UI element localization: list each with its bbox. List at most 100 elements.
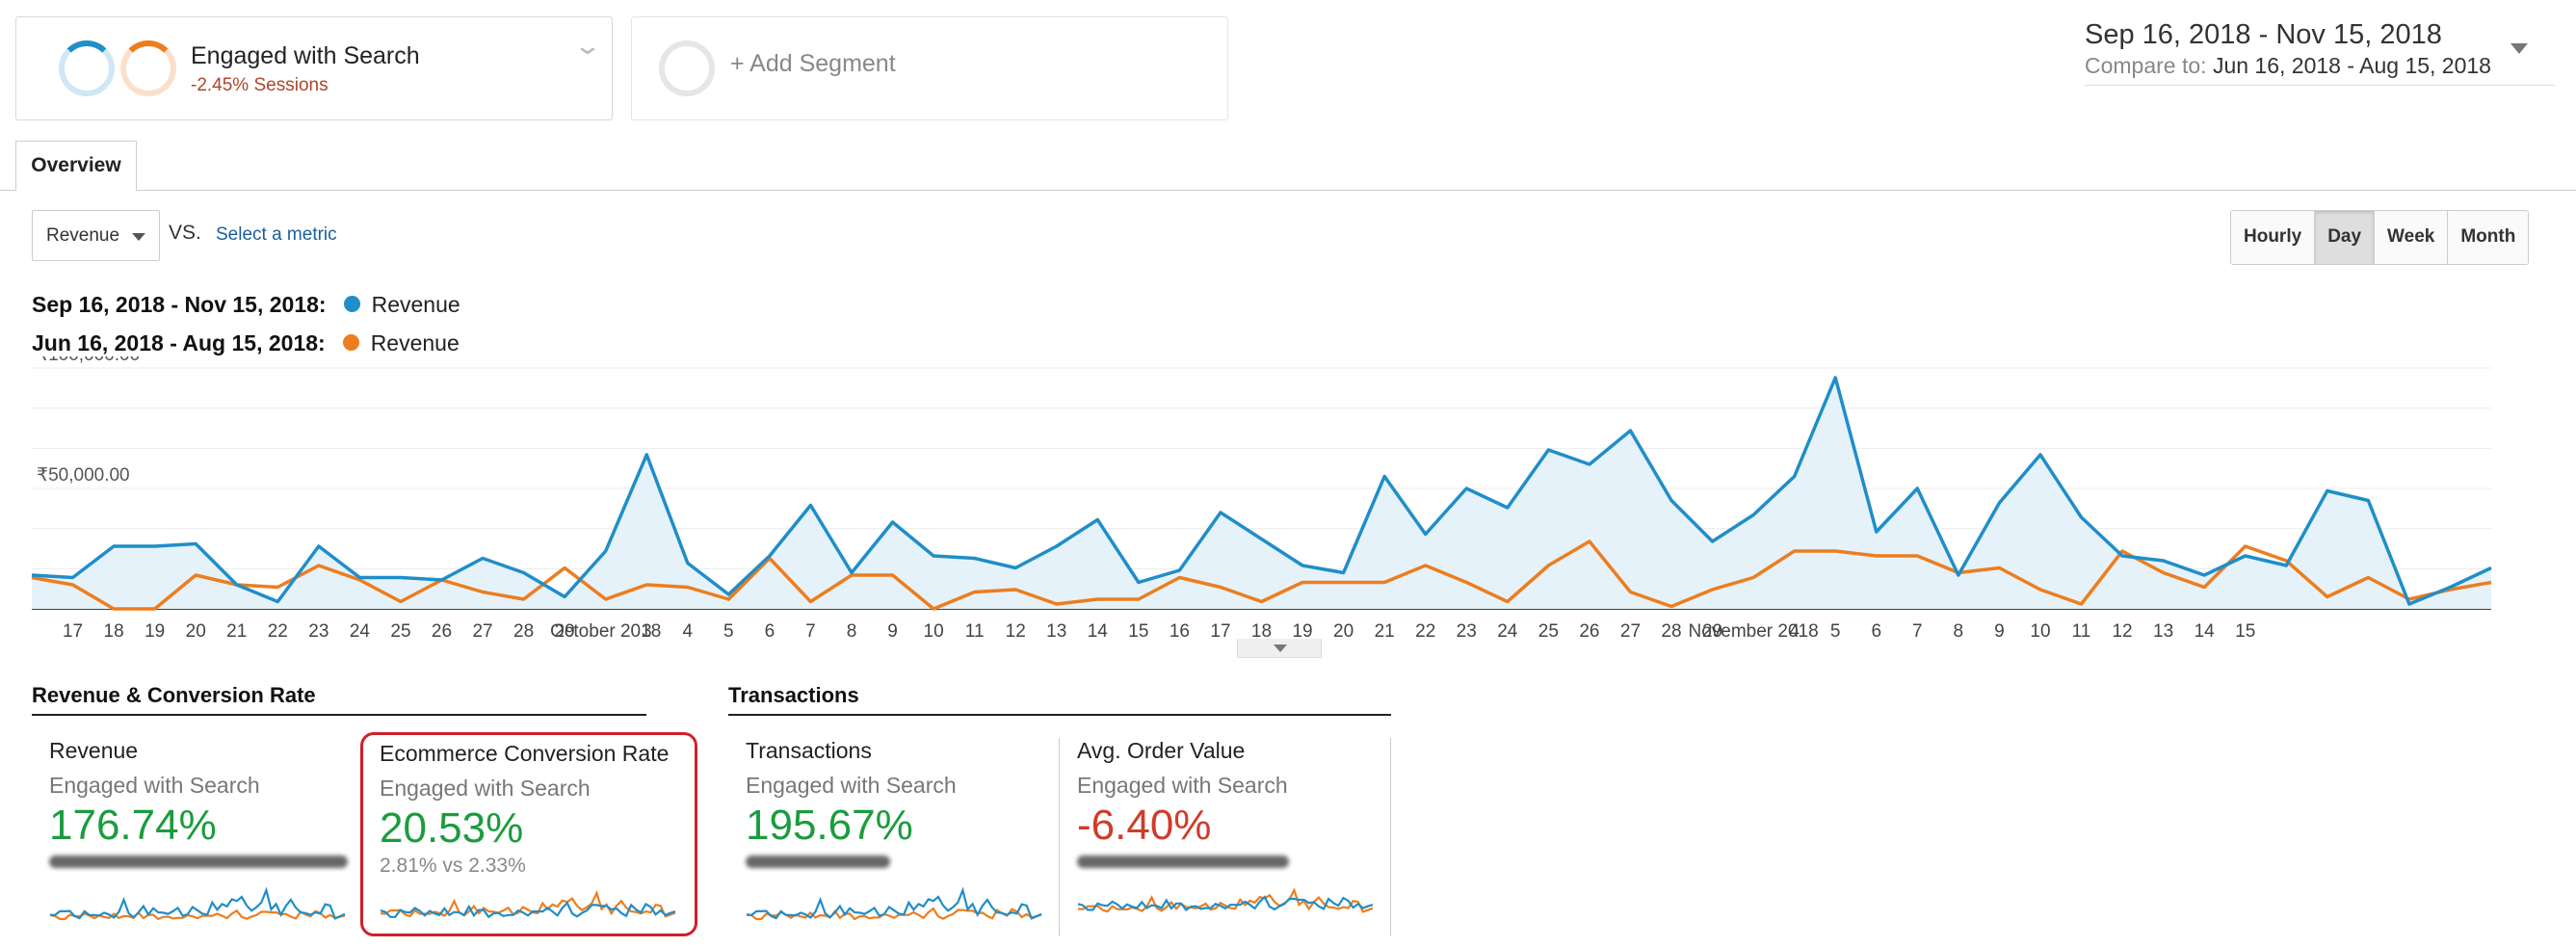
x-tick-label: 7 xyxy=(1912,621,1923,642)
empty-segment-ring-icon xyxy=(659,40,715,96)
scorecard-value: 195.67% xyxy=(746,802,913,849)
legend-current-name: Revenue xyxy=(371,292,460,317)
date-range-compare: Compare to: Jun 16, 2018 - Aug 15, 2018 xyxy=(2085,53,2555,79)
select-metric-link[interactable]: Select a metric xyxy=(216,224,337,246)
add-segment-label: + Add Segment xyxy=(730,50,896,77)
x-tick-label: 20 xyxy=(1333,621,1354,642)
add-segment-button[interactable]: + Add Segment xyxy=(631,16,1228,120)
date-range-picker[interactable]: Sep 16, 2018 - Nov 15, 2018 Compare to: … xyxy=(2085,19,2555,86)
segment-engaged-with-search[interactable]: Engaged with Search -2.45% Sessions ⌄ xyxy=(15,16,613,120)
x-tick-label: 11 xyxy=(2072,621,2091,642)
scorecard-title: Revenue xyxy=(49,738,139,763)
segment-title: Engaged with Search xyxy=(191,42,420,69)
scorecard-avg-order-value[interactable]: Avg. Order Value Engaged with Search -6.… xyxy=(1061,732,1388,936)
scorecard-sparkline xyxy=(49,886,346,921)
x-tick-label: 5 xyxy=(723,621,734,642)
metric-select-value: Revenue xyxy=(46,225,120,246)
x-tick-label: 26 xyxy=(1579,621,1599,642)
scorecard-transactions[interactable]: Transactions Engaged with Search 195.67% xyxy=(729,732,1057,936)
current-series-area xyxy=(32,378,2491,609)
x-tick-label: 24 xyxy=(1497,621,1518,642)
x-tick-label: 10 xyxy=(2030,621,2050,642)
scorecard-comparison: 2.81% vs 2.33% xyxy=(380,855,526,877)
granularity-hourly-button[interactable]: Hourly xyxy=(2231,211,2316,264)
x-tick-label: 6 xyxy=(765,621,775,642)
x-tick-label: 27 xyxy=(1620,621,1641,642)
scorecard-divider xyxy=(1059,738,1060,936)
group-revenue-conversion: Revenue & Conversion Rate xyxy=(32,683,646,716)
x-tick-label: 13 xyxy=(1046,621,1066,642)
x-tick-label: 8 xyxy=(1954,621,1964,642)
scorecard-title: Ecommerce Conversion Rate xyxy=(380,741,670,766)
legend-current: Sep 16, 2018 - Nov 15, 2018: Revenue xyxy=(32,292,460,318)
x-tick-label: 12 xyxy=(1006,621,1026,642)
granularity-month-button[interactable]: Month xyxy=(2448,211,2529,264)
compare-label: Compare to: xyxy=(2085,53,2207,78)
chevron-down-icon[interactable]: ⌄ xyxy=(573,31,603,61)
caret-down-icon[interactable] xyxy=(2510,43,2528,54)
x-tick-label: 24 xyxy=(350,621,371,642)
scorecard-segment: Engaged with Search xyxy=(49,773,260,798)
x-tick-label: 14 xyxy=(2195,621,2216,642)
scorecard-sparkline xyxy=(746,886,1042,921)
legend-current-dot xyxy=(343,296,360,313)
x-tick-label: 23 xyxy=(1457,621,1477,642)
scorecard-segment: Engaged with Search xyxy=(746,773,957,798)
scorecard-revenue[interactable]: Revenue Engaged with Search 176.74% xyxy=(33,732,355,936)
x-tick-label: 10 xyxy=(924,621,944,642)
x-tick-label: 4 xyxy=(1789,621,1800,642)
redacted-comparison xyxy=(1077,855,1289,868)
granularity-day-button[interactable]: Day xyxy=(2315,211,2376,264)
spark-current-line xyxy=(49,886,346,920)
x-tick-label: 18 xyxy=(104,621,124,642)
x-tick-label: 28 xyxy=(1661,621,1681,642)
vs-label: VS. xyxy=(169,222,201,244)
x-tick-label: 26 xyxy=(432,621,452,642)
x-tick-label: 12 xyxy=(2112,621,2132,642)
x-tick-label: 4 xyxy=(683,621,694,642)
legend-previous: Jun 16, 2018 - Aug 15, 2018: Revenue xyxy=(32,330,460,356)
segment-current-ring-icon xyxy=(59,40,115,96)
x-tick-label: 15 xyxy=(1128,621,1148,642)
compare-range: Jun 16, 2018 - Aug 15, 2018 xyxy=(2212,53,2491,78)
x-tick-label: 21 xyxy=(226,621,247,642)
caret-down-icon xyxy=(132,233,145,241)
date-range-main: Sep 16, 2018 - Nov 15, 2018 xyxy=(2085,19,2442,50)
x-tick-label: 21 xyxy=(1375,621,1395,642)
x-tick-label: 20 xyxy=(186,621,206,642)
x-tick-label: 16 xyxy=(1170,621,1190,642)
tab-overview[interactable]: Overview xyxy=(15,141,137,191)
tab-divider xyxy=(0,190,2576,191)
revenue-line-chart[interactable]: ₹100,000.00 ₹50,000.00 17 18 19 20 21 22 23 24 25 2… xyxy=(0,356,2576,645)
x-tick-label: 8 xyxy=(847,621,857,642)
spark-current-line xyxy=(746,886,1042,920)
x-tick-label: 23 xyxy=(308,621,329,642)
metric-select[interactable]: Revenue xyxy=(32,210,160,261)
x-tick-label: 11 xyxy=(965,621,985,642)
legend-previous-name: Revenue xyxy=(370,330,460,355)
scorecard-title: Avg. Order Value xyxy=(1077,738,1246,763)
legend-current-range: Sep 16, 2018 - Nov 15, 2018: xyxy=(32,292,327,317)
granularity-toggle: Hourly Day Week Month xyxy=(2230,210,2530,265)
x-tick-label: 25 xyxy=(1538,621,1559,642)
granularity-week-button[interactable]: Week xyxy=(2375,211,2449,264)
y-tick-label: ₹100,000.00 xyxy=(37,356,140,365)
redacted-comparison xyxy=(746,855,890,868)
x-tick-label: 22 xyxy=(268,621,288,642)
scorecard-ecommerce-conversion-rate[interactable]: Ecommerce Conversion Rate Engaged with S… xyxy=(360,732,697,936)
x-tick-label: 13 xyxy=(2153,621,2173,642)
scorecard-value: -6.40% xyxy=(1077,802,1212,849)
x-tick-label: 25 xyxy=(390,621,410,642)
x-tick-label: 17 xyxy=(1210,621,1230,642)
y-tick-label: ₹50,000.00 xyxy=(37,465,130,486)
chart-collapse-handle[interactable] xyxy=(1237,639,1322,658)
segment-previous-ring-icon xyxy=(120,40,176,96)
x-tick-label: 14 xyxy=(1088,621,1109,642)
scorecard-value: 20.53% xyxy=(380,804,524,852)
redacted-comparison xyxy=(49,855,348,868)
scorecard-segment: Engaged with Search xyxy=(380,776,591,801)
legend-previous-dot xyxy=(342,334,359,352)
scorecard-value: 176.74% xyxy=(49,802,217,849)
x-tick-label: 3 xyxy=(642,621,652,642)
legend-previous-range: Jun 16, 2018 - Aug 15, 2018: xyxy=(32,330,326,355)
